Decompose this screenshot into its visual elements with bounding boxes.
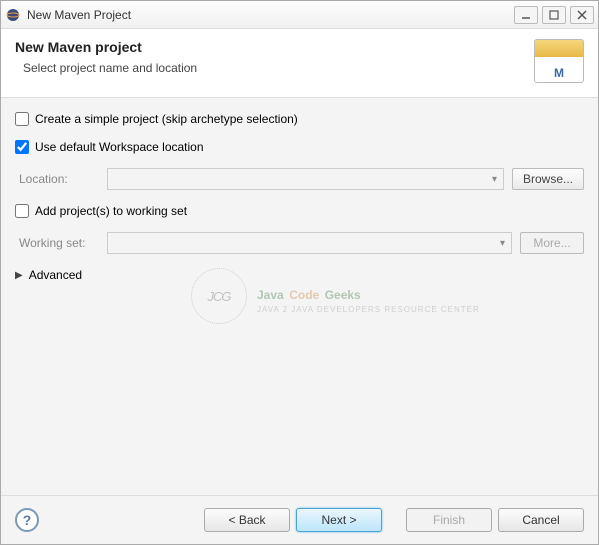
page-subtitle: Select project name and location [23,61,197,75]
location-label: Location: [19,172,99,186]
advanced-expander[interactable]: ▶ Advanced [15,268,584,282]
advanced-label: Advanced [29,268,82,282]
cancel-button[interactable]: Cancel [498,508,584,532]
maximize-button[interactable] [542,6,566,24]
minimize-button[interactable] [514,6,538,24]
back-button[interactable]: < Back [204,508,290,532]
wizard-footer: ? < Back Next > Finish Cancel [1,495,598,544]
add-working-set-label: Add project(s) to working set [35,204,187,218]
working-set-combo: ▾ [107,232,512,254]
use-default-workspace-checkbox[interactable] [15,140,29,154]
simple-project-checkbox[interactable] [15,112,29,126]
window-title: New Maven Project [27,8,514,22]
location-combo: ▾ [107,168,504,190]
window-controls [514,6,594,24]
titlebar: New Maven Project [1,1,598,29]
simple-project-label: Create a simple project (skip archetype … [35,112,298,126]
more-button[interactable]: More... [520,232,584,254]
expand-icon: ▶ [15,270,23,281]
page-title: New Maven project [15,39,197,55]
chevron-down-icon: ▾ [496,238,509,249]
dialog-window: New Maven Project New Maven project Sele… [0,0,599,545]
add-working-set-checkbox[interactable] [15,204,29,218]
next-button[interactable]: Next > [296,508,382,532]
help-button[interactable]: ? [15,508,39,532]
maven-wizard-icon: M [534,39,584,83]
close-button[interactable] [570,6,594,24]
wizard-header: New Maven project Select project name an… [1,29,598,98]
browse-button[interactable]: Browse... [512,168,584,190]
wizard-content: Create a simple project (skip archetype … [1,98,598,495]
use-default-workspace-label: Use default Workspace location [35,140,204,154]
finish-button[interactable]: Finish [406,508,492,532]
chevron-down-icon: ▾ [488,174,501,185]
eclipse-icon [5,7,21,23]
working-set-label: Working set: [19,236,99,250]
